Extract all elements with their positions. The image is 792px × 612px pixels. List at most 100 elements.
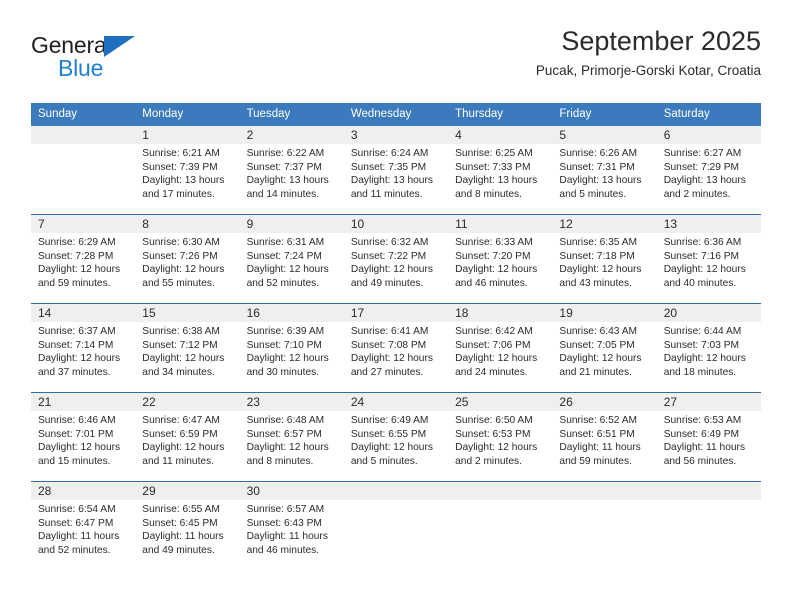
day-cell-content: 15 Sunrise: 6:38 AM Sunset: 7:12 PM Dayligh…	[135, 304, 240, 392]
sun-info: Sunrise: 6:36 AM Sunset: 7:16 PM Daylight:…	[657, 233, 761, 290]
calendar-day-cell[interactable]	[656, 481, 761, 570]
sun-info: Sunrise: 6:50 AM Sunset: 6:53 PM Daylight:…	[448, 411, 552, 468]
sun-info: Sunrise: 6:37 AM Sunset: 7:14 PM Daylight:…	[31, 322, 135, 379]
daylight-text-line2: and 46 minutes.	[246, 544, 320, 556]
calendar-page: General Blue September 2025 Pucak, Primo…	[0, 0, 792, 612]
day-cell-content: 3 Sunrise: 6:24 AM Sunset: 7:35 PM Daylight…	[343, 126, 449, 214]
day-number: 30	[239, 482, 344, 500]
sunrise-text: Sunrise: 6:35 AM	[559, 237, 637, 248]
sunrise-text: Sunrise: 6:42 AM	[455, 326, 533, 337]
calendar-day-cell[interactable]: 18 Sunrise: 6:42 AM Sunset: 7:06 PM Dayligh…	[448, 303, 553, 393]
day-number: 5	[552, 126, 657, 144]
calendar-day-cell[interactable]: 28 Sunrise: 6:54 AM Sunset: 6:47 PM Dayligh…	[31, 481, 136, 570]
weekday-header-friday: Friday	[552, 103, 657, 126]
calendar-day-cell[interactable]: 4 Sunrise: 6:25 AM Sunset: 7:33 PM Daylight…	[448, 126, 553, 215]
page-title: September 2025	[561, 26, 761, 56]
sunset-text: Sunset: 7:14 PM	[38, 339, 114, 351]
sunset-text: Sunset: 6:57 PM	[246, 428, 322, 440]
day-number: 8	[135, 215, 240, 233]
calendar-week-row: 28 Sunrise: 6:54 AM Sunset: 6:47 PM Dayligh…	[31, 481, 761, 570]
calendar-day-cell[interactable]	[552, 481, 657, 570]
calendar-day-cell[interactable]: 8 Sunrise: 6:30 AM Sunset: 7:26 PM Daylight…	[135, 214, 240, 304]
calendar-day-cell[interactable]: 20 Sunrise: 6:44 AM Sunset: 7:03 PM Dayligh…	[656, 303, 761, 393]
day-cell-content: 2 Sunrise: 6:22 AM Sunset: 7:37 PM Daylight…	[239, 126, 344, 214]
calendar-day-cell[interactable]: 24 Sunrise: 6:49 AM Sunset: 6:55 PM Dayligh…	[343, 392, 449, 482]
day-cell-empty	[448, 482, 553, 570]
day-number	[448, 482, 553, 500]
daylight-text-line2: and 17 minutes.	[142, 188, 215, 200]
sunset-text: Sunset: 7:37 PM	[246, 161, 322, 173]
sunset-text: Sunset: 7:05 PM	[559, 339, 635, 351]
daylight-text-line2: and 5 minutes.	[350, 455, 418, 467]
daylight-text-line2: and 59 minutes.	[559, 455, 632, 467]
day-number: 7	[31, 215, 136, 233]
daylight-text-line1: Daylight: 12 hours	[350, 264, 433, 276]
calendar-day-cell[interactable]: 13 Sunrise: 6:36 AM Sunset: 7:16 PM Dayligh…	[656, 214, 761, 304]
day-number	[656, 482, 761, 500]
calendar-day-cell[interactable]: 3 Sunrise: 6:24 AM Sunset: 7:35 PM Daylight…	[343, 126, 449, 215]
calendar-day-cell[interactable]: 14 Sunrise: 6:37 AM Sunset: 7:14 PM Dayligh…	[31, 303, 136, 393]
calendar-day-cell[interactable]: 7 Sunrise: 6:29 AM Sunset: 7:28 PM Daylight…	[31, 214, 136, 304]
calendar-day-cell[interactable]: 9 Sunrise: 6:31 AM Sunset: 7:24 PM Daylight…	[239, 214, 344, 304]
calendar-day-cell[interactable]: 19 Sunrise: 6:43 AM Sunset: 7:05 PM Dayligh…	[552, 303, 657, 393]
day-number: 20	[656, 304, 761, 322]
weekday-header-saturday: Saturday	[656, 103, 761, 126]
daylight-text-line2: and 8 minutes.	[455, 188, 522, 200]
sunset-text: Sunset: 7:22 PM	[350, 250, 427, 262]
day-number	[343, 482, 449, 500]
daylight-text-line1: Daylight: 11 hours	[663, 442, 746, 454]
calendar-week-row: 14 Sunrise: 6:37 AM Sunset: 7:14 PM Dayligh…	[31, 303, 761, 393]
daylight-text-line1: Daylight: 11 hours	[142, 531, 224, 543]
calendar-day-cell[interactable]: 1 Sunrise: 6:21 AM Sunset: 7:39 PM Daylight…	[135, 126, 240, 215]
day-number: 19	[552, 304, 657, 322]
calendar-day-cell[interactable]	[448, 481, 553, 570]
daylight-text-line2: and 2 minutes.	[455, 455, 522, 467]
calendar-day-cell[interactable]	[31, 126, 136, 215]
day-number: 13	[656, 215, 761, 233]
calendar-day-cell[interactable]: 10 Sunrise: 6:32 AM Sunset: 7:22 PM Dayligh…	[343, 214, 449, 304]
day-number: 28	[31, 482, 136, 500]
day-number: 1	[135, 126, 240, 144]
daylight-text-line2: and 52 minutes.	[246, 277, 320, 289]
daylight-text-line2: and 27 minutes.	[350, 366, 424, 378]
daylight-text-line2: and 11 minutes.	[350, 188, 423, 200]
daylight-text-line1: Daylight: 12 hours	[246, 353, 329, 365]
day-number: 27	[656, 393, 761, 411]
generalblue-logo[interactable]: General Blue	[31, 32, 261, 88]
calendar-day-cell[interactable]: 17 Sunrise: 6:41 AM Sunset: 7:08 PM Dayligh…	[343, 303, 449, 393]
calendar-day-cell[interactable]	[343, 481, 449, 570]
calendar-day-cell[interactable]: 6 Sunrise: 6:27 AM Sunset: 7:29 PM Daylight…	[656, 126, 761, 215]
sun-info: Sunrise: 6:52 AM Sunset: 6:51 PM Daylight:…	[552, 411, 656, 468]
calendar-day-cell[interactable]: 21 Sunrise: 6:46 AM Sunset: 7:01 PM Dayligh…	[31, 392, 136, 482]
sun-info: Sunrise: 6:29 AM Sunset: 7:28 PM Daylight:…	[31, 233, 135, 290]
sunrise-text: Sunrise: 6:55 AM	[142, 504, 220, 515]
calendar-day-cell[interactable]: 25 Sunrise: 6:50 AM Sunset: 6:53 PM Dayligh…	[448, 392, 553, 482]
daylight-text-line2: and 14 minutes.	[246, 188, 320, 200]
sunrise-text: Sunrise: 6:31 AM	[246, 237, 325, 248]
calendar-day-cell[interactable]: 11 Sunrise: 6:33 AM Sunset: 7:20 PM Dayligh…	[448, 214, 553, 304]
calendar-day-cell[interactable]: 27 Sunrise: 6:53 AM Sunset: 6:49 PM Dayligh…	[656, 392, 761, 482]
calendar-day-cell[interactable]: 12 Sunrise: 6:35 AM Sunset: 7:18 PM Dayligh…	[552, 214, 657, 304]
daylight-text-line1: Daylight: 12 hours	[38, 264, 121, 276]
daylight-text-line1: Daylight: 12 hours	[350, 353, 433, 365]
day-cell-content: 11 Sunrise: 6:33 AM Sunset: 7:20 PM Dayligh…	[448, 215, 553, 303]
calendar-day-cell[interactable]: 22 Sunrise: 6:47 AM Sunset: 6:59 PM Dayligh…	[135, 392, 240, 482]
day-number: 29	[135, 482, 240, 500]
calendar-day-cell[interactable]: 2 Sunrise: 6:22 AM Sunset: 7:37 PM Daylight…	[239, 126, 344, 215]
daylight-text-line1: Daylight: 12 hours	[142, 442, 225, 454]
daylight-text-line2: and 56 minutes.	[663, 455, 737, 467]
calendar-header-row: Sunday Monday Tuesday Wednesday Thursday…	[31, 103, 761, 126]
day-cell-empty	[343, 482, 449, 570]
calendar-day-cell[interactable]: 5 Sunrise: 6:26 AM Sunset: 7:31 PM Daylight…	[552, 126, 657, 215]
calendar-day-cell[interactable]: 23 Sunrise: 6:48 AM Sunset: 6:57 PM Dayligh…	[239, 392, 344, 482]
calendar-day-cell[interactable]: 30 Sunrise: 6:57 AM Sunset: 6:43 PM Dayligh…	[239, 481, 344, 570]
calendar-day-cell[interactable]: 16 Sunrise: 6:39 AM Sunset: 7:10 PM Dayligh…	[239, 303, 344, 393]
calendar-day-cell[interactable]: 26 Sunrise: 6:52 AM Sunset: 6:51 PM Dayligh…	[552, 392, 657, 482]
calendar-day-cell[interactable]: 15 Sunrise: 6:38 AM Sunset: 7:12 PM Dayligh…	[135, 303, 240, 393]
day-cell-content: 8 Sunrise: 6:30 AM Sunset: 7:26 PM Daylight…	[135, 215, 240, 303]
day-number: 18	[448, 304, 553, 322]
daylight-text-line2: and 11 minutes.	[142, 455, 215, 467]
day-cell-content: 10 Sunrise: 6:32 AM Sunset: 7:22 PM Dayligh…	[343, 215, 449, 303]
calendar-day-cell[interactable]: 29 Sunrise: 6:55 AM Sunset: 6:45 PM Dayligh…	[135, 481, 240, 570]
calendar-body: 1 Sunrise: 6:21 AM Sunset: 7:39 PM Daylight…	[31, 126, 761, 570]
